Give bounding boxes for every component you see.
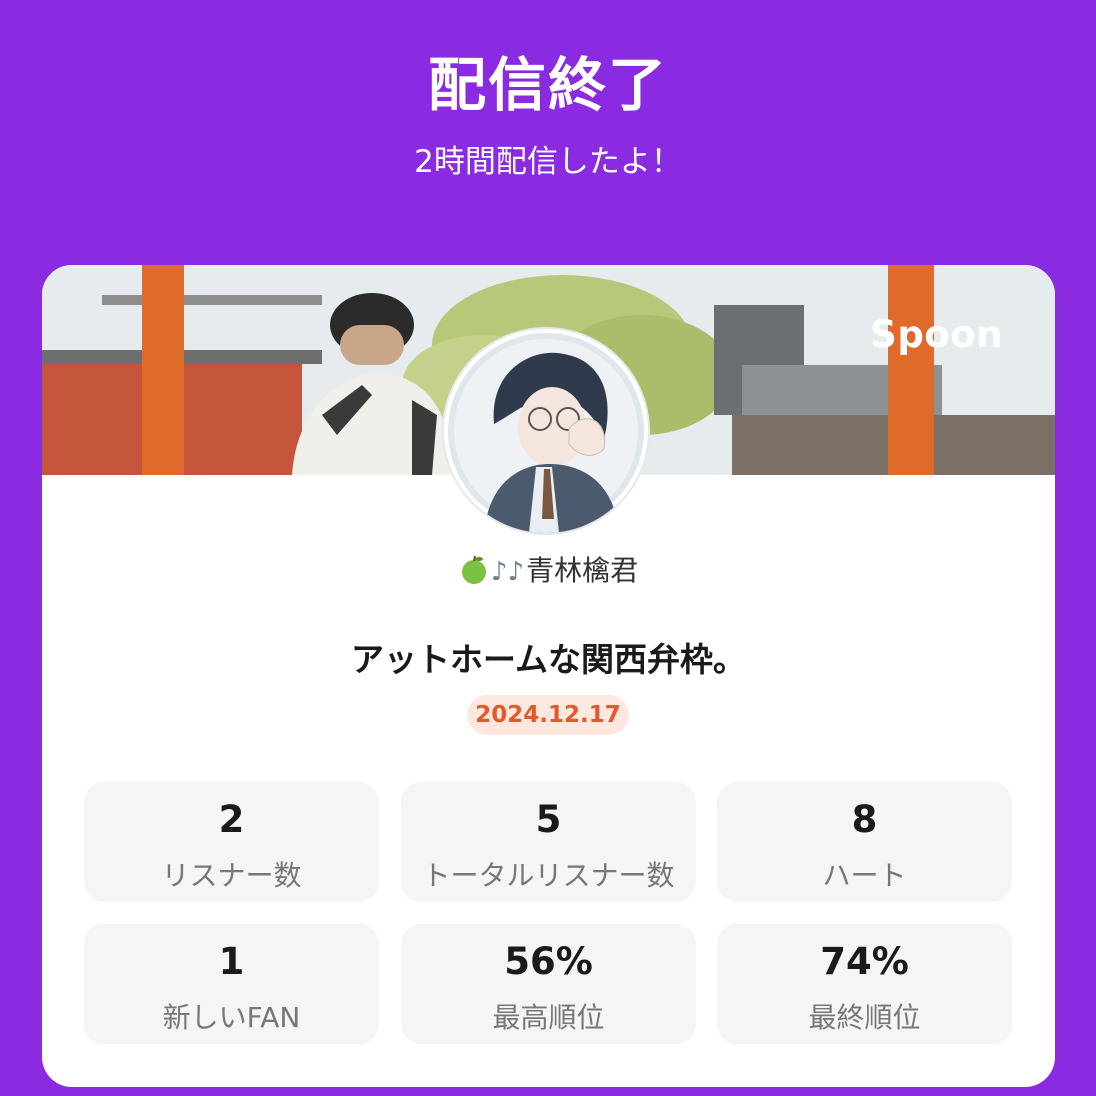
- broadcast-title: アットホームな関西弁枠。: [350, 640, 746, 679]
- stat-value: 5: [535, 798, 562, 841]
- stat-listeners: 2 リスナー数: [84, 782, 379, 902]
- stat-new-fans: 1 新しいFAN: [84, 924, 379, 1044]
- user-name[interactable]: ♪♪青林檎君: [42, 549, 1055, 589]
- stat-total-listeners: 5 トータルリスナー数: [401, 782, 696, 902]
- stat-hearts: 8 ハート: [717, 782, 1012, 902]
- date-badge: 2024.12.17: [467, 695, 629, 735]
- page-title: 配信終了: [427, 51, 668, 119]
- music-notes-icon: ♪♪: [490, 557, 525, 587]
- page-subtitle: 2時間配信したよ！: [414, 144, 682, 180]
- stat-value: 2: [218, 798, 245, 841]
- spoon-logo: Spoon: [870, 313, 1003, 356]
- stat-label: 最終順位: [808, 1001, 921, 1034]
- green-apple-icon: [459, 555, 489, 585]
- stat-label: リスナー数: [161, 859, 302, 892]
- stat-value: 56%: [504, 940, 593, 983]
- stat-value: 8: [851, 798, 878, 841]
- user-name-text: 青林檎君: [526, 554, 639, 587]
- stat-value: 1: [218, 940, 245, 983]
- stat-label: 最高順位: [492, 1001, 605, 1034]
- stat-label: トータルリスナー数: [422, 859, 675, 892]
- user-avatar[interactable]: [444, 329, 648, 533]
- stat-final-rank: 74% 最終順位: [717, 924, 1012, 1044]
- stat-value: 74%: [820, 940, 909, 983]
- stat-label: 新しいFAN: [162, 1001, 301, 1034]
- broadcast-summary-card: Spoon ♪♪青林檎君 アットホームな関西弁枠。 2024.12.17 2 リ…: [42, 265, 1055, 1087]
- stat-highest-rank: 56% 最高順位: [401, 924, 696, 1044]
- stat-label: ハート: [822, 859, 907, 892]
